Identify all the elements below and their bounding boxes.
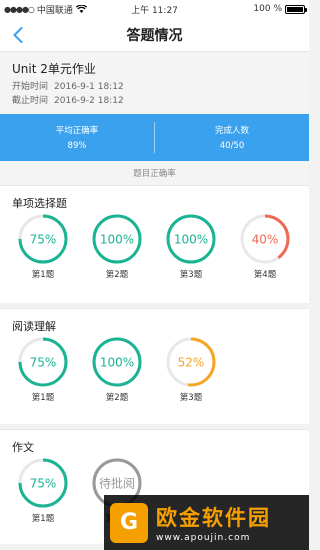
completion-value: 40/50: [219, 141, 245, 151]
accuracy-ring: 100%: [92, 337, 142, 387]
accuracy-value: 75%: [30, 356, 57, 370]
accuracy-ring: 40%: [240, 214, 290, 264]
question-label: 第4题: [253, 270, 277, 280]
question-item[interactable]: 100% 第2题: [80, 212, 154, 280]
battery-icon: [285, 4, 307, 14]
question-item[interactable]: 100% 第2题: [80, 335, 154, 403]
chevron-left-icon: [13, 27, 23, 43]
question-label: 第1题: [31, 270, 55, 280]
section-title: 阅读理解: [12, 320, 56, 333]
accuracy-value: 待批阅: [99, 476, 135, 491]
battery-percent: 100 %: [253, 4, 282, 14]
carrier-label: 中国联通: [36, 5, 73, 16]
question-item[interactable]: 52% 第3题: [154, 335, 228, 403]
accuracy-value: 40%: [252, 233, 279, 247]
section-title: 单项选择题: [12, 197, 67, 210]
question-item[interactable]: 75% 第1题: [6, 335, 80, 403]
completion-label: 完成人数: [214, 126, 249, 136]
question-item[interactable]: 75% 第1题: [6, 456, 80, 524]
status-bar: ●●●●○ 中国联通 上午 11:27 100 %: [0, 0, 309, 18]
accuracy-value: 75%: [30, 477, 57, 491]
accuracy-ring: 75%: [18, 458, 68, 508]
watermark-logo: G: [110, 502, 148, 543]
start-time-row: 开始时间 2016-9-1 18:12: [12, 80, 297, 94]
accuracy-ring: 75%: [18, 214, 68, 264]
watermark-brand: 欧金软件园: [156, 506, 271, 530]
watermark: G 欧金软件园 www.apoujin.com: [104, 495, 309, 550]
accuracy-ring: 100%: [92, 214, 142, 264]
question-label: 第3题: [179, 270, 203, 280]
completion-stat: 完成人数 40/50: [155, 114, 309, 161]
nav-bar: 答题情况: [0, 18, 309, 52]
homework-name: Unit 2单元作业: [12, 62, 96, 76]
signal-icon: ●●●●○: [4, 4, 35, 14]
start-time-value: 2016-9-1 18:12: [54, 82, 124, 92]
end-time-row: 截止时间 2016-9-2 18:12: [12, 94, 297, 108]
accuracy-value: 52%: [178, 356, 205, 370]
summary-stats-bar: 平均正确率 89% 完成人数 40/50: [0, 114, 309, 161]
watermark-url: www.apoujin.com: [156, 533, 251, 543]
accuracy-ring: 100%: [166, 214, 216, 264]
watermark-text: 欧金软件园 www.apoujin.com: [156, 502, 271, 543]
end-time-value: 2016-9-2 18:12: [54, 96, 124, 106]
question-label: 第3题: [179, 393, 203, 403]
accuracy-value: 100%: [100, 356, 134, 370]
question-section: 单项选择题 75% 第1题 100% 第2题 100% 第3题 40% 第4题: [0, 185, 309, 303]
question-row: 75% 第1题 100% 第2题 52% 第3题: [0, 335, 309, 403]
question-item[interactable]: 40% 第4题: [228, 212, 302, 280]
question-item[interactable]: 75% 第1题: [6, 212, 80, 280]
question-label: 第1题: [31, 514, 55, 524]
question-accuracy-caption: 题目正确率: [0, 161, 309, 185]
end-time-label: 截止时间: [12, 96, 49, 106]
question-label: 第1题: [31, 393, 55, 403]
accuracy-value: 100%: [174, 233, 208, 247]
question-section: 阅读理解 75% 第1题 100% 第2题 52% 第3题: [0, 308, 309, 424]
status-left: ●●●●○ 中国联通: [4, 3, 87, 16]
avg-accuracy-value: 89%: [67, 141, 87, 151]
question-sections: 单项选择题 75% 第1题 100% 第2题 100% 第3题 40% 第4题阅读理解 75% 第1…: [0, 185, 309, 544]
status-right: 100 %: [253, 4, 307, 14]
homework-info: Unit 2单元作业 开始时间 2016-9-1 18:12 截止时间 2016-9…: [0, 52, 309, 114]
question-label: 第2题: [105, 393, 129, 403]
accuracy-value: 100%: [100, 233, 134, 247]
accuracy-ring: 75%: [18, 337, 68, 387]
section-title: 作文: [12, 441, 34, 454]
question-row: 75% 第1题 100% 第2题 100% 第3题 40% 第4题: [0, 212, 309, 280]
accuracy-ring: 52%: [166, 337, 216, 387]
wifi-icon: [75, 5, 87, 13]
question-label: 第2题: [105, 270, 129, 280]
accuracy-value: 75%: [30, 233, 57, 247]
question-item[interactable]: 100% 第3题: [154, 212, 228, 280]
page-title: 答题情况: [126, 27, 183, 44]
avg-accuracy-label: 平均正确率: [55, 126, 99, 136]
start-time-label: 开始时间: [12, 82, 49, 92]
avg-accuracy-stat: 平均正确率 89%: [0, 114, 154, 161]
back-button[interactable]: [8, 25, 28, 45]
